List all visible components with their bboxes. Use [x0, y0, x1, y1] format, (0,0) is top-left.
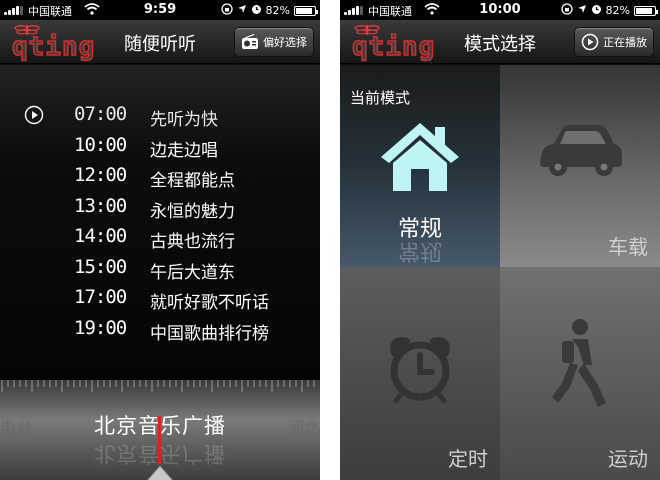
mode-tile-car[interactable]: 车载	[500, 65, 660, 267]
schedule-program-name: 边走边唱	[150, 140, 218, 161]
dial-pointer-icon	[147, 465, 173, 480]
page-title: 模式选择	[464, 34, 536, 55]
schedule-row[interactable]: 12:00 全程都能点	[0, 162, 320, 193]
preference-button[interactable]: 偏好选择	[234, 27, 314, 57]
schedule-program-name: 全程都能点	[150, 171, 235, 191]
schedule-program-name: 中国歌曲排行榜	[150, 323, 269, 344]
preference-button-label: 偏好选择	[263, 36, 307, 49]
battery-percent: 82%	[265, 4, 290, 17]
battery-icon	[634, 5, 658, 16]
mode-tile-sport[interactable]: 运动	[500, 267, 660, 480]
mode-label-normal-reflection: 常规	[397, 238, 442, 263]
mode-label-car: 车载	[608, 235, 648, 259]
schedule-row[interactable]: 15:00 午后大道东	[0, 254, 320, 285]
location-icon	[237, 4, 247, 17]
schedule-program-name: 永恒的魅力	[150, 201, 235, 222]
radio-icon	[241, 33, 259, 51]
schedule-program-name: 古典也流行	[150, 232, 235, 252]
mode-tile-timer[interactable]: 定时	[340, 267, 500, 480]
schedule-row[interactable]: 14:00 古典也流行	[0, 223, 320, 254]
schedule-program-name: 就听好歌不听话	[150, 293, 269, 313]
schedule-row[interactable]: 19:00 中国歌曲排行榜	[0, 315, 320, 346]
mode-label-sport: 运动	[608, 447, 648, 471]
schedule-time: 07:00	[74, 103, 127, 125]
phone-screen-schedule: 中国联通 9:59 82% qting 随便听听 偏好选择 07:00 先听为快…	[0, 0, 320, 480]
rotation-lock-icon	[220, 3, 233, 18]
schedule-row[interactable]: 07:00 先听为快	[0, 101, 320, 132]
dial-ticks	[1, 380, 315, 392]
phone-screen-mode: 中国联通 10:00 82% qting 模式选择 正在播放 当前模式 常规 常…	[340, 0, 660, 480]
home-icon	[381, 123, 459, 191]
page-title: 随便听听	[124, 34, 196, 55]
logo-wordmark: qting	[11, 31, 96, 63]
schedule-time: 13:00	[74, 194, 127, 217]
walking-person-icon	[552, 319, 606, 407]
schedule-program-name: 先听为快	[150, 110, 218, 130]
schedule-time: 14:00	[74, 225, 127, 247]
now-playing-button[interactable]: 正在播放	[574, 27, 654, 57]
schedule-panel: 07:00 先听为快 10:00 边走边唱 12:00 全程都能点 13:00 永恒的魅力 14…	[0, 65, 320, 380]
alarm-icon	[591, 4, 602, 18]
now-playing-button-label: 正在播放	[603, 36, 647, 49]
schedule-program-name: 午后大道东	[150, 262, 235, 283]
schedule-time: 12:00	[74, 164, 127, 186]
schedule-time: 15:00	[74, 255, 127, 278]
nav-bar: qting 随便听听 偏好选择	[0, 20, 320, 64]
location-icon	[577, 4, 587, 17]
schedule-row[interactable]: 13:00 永恒的魅力	[0, 193, 320, 224]
schedule-time: 10:00	[74, 133, 127, 156]
status-bar: 中国联通 9:59 82%	[0, 0, 320, 20]
dial-needle	[158, 416, 161, 464]
play-circle-icon	[581, 33, 599, 51]
battery-percent: 82%	[605, 4, 630, 17]
play-circle-icon[interactable]	[24, 105, 44, 125]
mode-label-timer: 定时	[448, 447, 488, 471]
rotation-lock-icon	[560, 3, 573, 18]
nav-bar: qting 模式选择 正在播放	[340, 20, 660, 64]
app-logo: qting	[348, 24, 435, 63]
schedule-row[interactable]: 10:00 边走边唱	[0, 132, 320, 163]
schedule-row[interactable]: 17:00 就听好歌不听话	[0, 284, 320, 315]
alarm-clock-icon	[390, 337, 450, 403]
schedule-list: 07:00 先听为快 10:00 边走边唱 12:00 全程都能点 13:00 永恒的魅力 14…	[0, 101, 320, 345]
station-dial[interactable]: 电台 河北 北京音乐广播 北京音乐广播	[0, 380, 320, 480]
current-mode-label: 当前模式	[350, 89, 411, 107]
app-logo: qting	[8, 24, 95, 63]
battery-icon	[294, 5, 318, 16]
logo-wordmark: qting	[351, 31, 436, 63]
car-icon	[540, 125, 622, 176]
alarm-icon	[251, 4, 262, 18]
schedule-time: 17:00	[74, 286, 127, 308]
status-bar: 中国联通 10:00 82%	[340, 0, 660, 20]
schedule-time: 19:00	[74, 316, 127, 339]
